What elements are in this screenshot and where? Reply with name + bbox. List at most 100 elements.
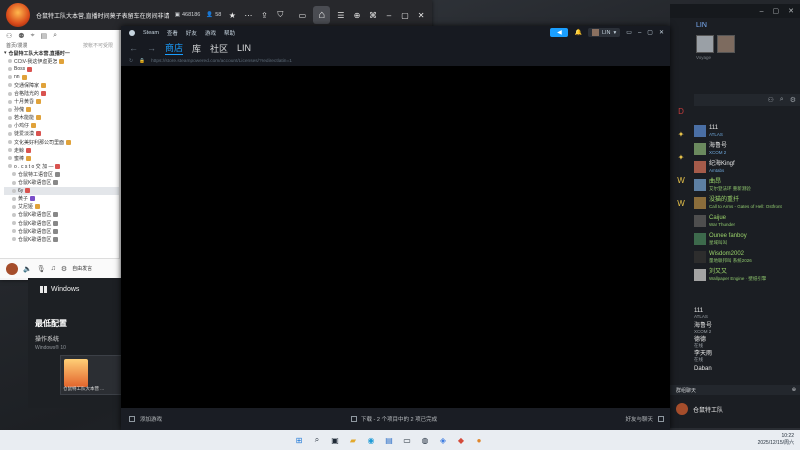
list-icon[interactable]: ☰ — [336, 10, 346, 21]
compass-icon[interactable]: ✦ — [674, 127, 688, 141]
add-game-button[interactable]: 添加游戏 — [129, 415, 162, 423]
list-item[interactable]: 6y — [4, 186, 119, 195]
maximize-icon[interactable]: ▢ — [773, 7, 780, 15]
list-item[interactable]: 孙傀 — [4, 106, 119, 114]
close-icon[interactable]: ✕ — [659, 29, 664, 36]
settings-icon[interactable]: ⚙ — [790, 96, 796, 104]
list-item[interactable]: nn — [4, 73, 119, 81]
tab-profile[interactable]: LIN — [237, 43, 251, 53]
compass-icon[interactable]: ✦ — [674, 150, 688, 164]
group-item[interactable]: 仓鼠特工队 — [670, 400, 800, 418]
shield-icon[interactable]: ⛉ — [275, 10, 285, 21]
list-item[interactable]: 小鸡仔 — [4, 122, 119, 130]
friend-item[interactable]: 刘又又 Wallpaper Engine · 壁纸引擎 — [694, 266, 800, 284]
list-item[interactable]: 蜜棒 — [4, 154, 119, 162]
list-item[interactable]: 艾尼娅 — [4, 203, 119, 211]
mic-icon[interactable]: 🎙 — [37, 265, 46, 273]
task-view-icon[interactable]: ▣ — [328, 433, 342, 447]
friend-item[interactable]: 没猫的重扦 Call to Arms - Gates of Hell: Ostfr… — [694, 194, 800, 212]
menu-friends[interactable]: 好友 — [186, 29, 197, 37]
screen-icon[interactable]: ▭ — [297, 10, 307, 21]
friend-item[interactable]: 德德 在线 — [694, 334, 800, 348]
account-menu[interactable]: LIN ▾ — [587, 28, 621, 37]
list-item[interactable]: 仓鼠K歌语音区 — [4, 211, 119, 219]
menu-view[interactable]: 查看 — [167, 29, 178, 37]
wow-icon[interactable]: W — [674, 196, 688, 210]
menu-games[interactable]: 游戏 — [205, 29, 216, 37]
friend-item[interactable]: 曲昂 艾尔登法环 重新测验 — [694, 176, 800, 194]
tab-community[interactable]: 社区 — [210, 42, 228, 55]
yy-icon[interactable]: ● — [472, 433, 486, 447]
search-icon[interactable]: ⌕ — [53, 32, 57, 40]
folder-icon[interactable]: ▰ — [346, 433, 360, 447]
add-friend-icon[interactable]: ⚇ — [768, 96, 774, 104]
add-icon[interactable]: ⊕ — [792, 387, 796, 393]
minimize-icon[interactable]: – — [384, 10, 394, 21]
steam-icon[interactable]: ◍ — [418, 433, 432, 447]
monitor-icon[interactable]: ▭ — [626, 29, 632, 36]
more-icon[interactable]: ⋯ — [243, 10, 253, 21]
doc-icon[interactable]: ▤ — [41, 32, 48, 40]
refresh-icon[interactable]: ↻ — [129, 59, 133, 64]
maximize-icon[interactable]: ▢ — [647, 29, 653, 36]
menu-help[interactable]: 帮助 — [224, 29, 235, 37]
list-item[interactable]: 徒爱淡漠 — [4, 130, 119, 138]
terminal-icon[interactable]: ▭ — [400, 433, 414, 447]
minimize-icon[interactable]: – — [760, 8, 764, 15]
back-arrow-icon[interactable]: ← — [129, 43, 138, 53]
settings-icon[interactable]: ⚙ — [61, 265, 67, 273]
taskbar-preview-thumbnail[interactable]: 仓鼠特工队大本营 ... — [60, 355, 122, 395]
location-icon[interactable]: ⌖ — [31, 32, 35, 40]
headset-icon[interactable]: ♫ — [51, 265, 56, 272]
avatar[interactable] — [717, 35, 735, 53]
tab-library[interactable]: 库 — [192, 42, 201, 55]
shirt-icon[interactable]: ⌘ — [368, 10, 378, 21]
forward-arrow-icon[interactable]: → — [147, 43, 156, 53]
friend-item[interactable]: 111 ATLAS — [694, 122, 800, 140]
d-logo-icon[interactable]: D — [674, 104, 688, 118]
friend-item[interactable]: 李天雨 在线 — [694, 348, 800, 362]
list-item[interactable]: 仓鼠特工语音区 — [4, 170, 119, 178]
star-icon[interactable]: ★ — [227, 10, 237, 21]
wow-icon[interactable]: W — [674, 173, 688, 187]
free-speech-mode[interactable]: 自由发言 — [72, 265, 92, 272]
avatar[interactable] — [696, 35, 714, 53]
group-icon[interactable]: ⚉ — [18, 32, 24, 40]
minimize-icon[interactable]: – — [638, 30, 641, 36]
edge-icon[interactable]: ◉ — [364, 433, 378, 447]
list-item[interactable]: o . c s t o 交 加 — — [4, 162, 119, 170]
close-icon[interactable]: ✕ — [416, 10, 426, 21]
list-item[interactable]: 若木能能 — [4, 114, 119, 122]
store-icon[interactable]: ▤ — [382, 433, 396, 447]
list-item[interactable]: 交通保障家 — [4, 81, 119, 89]
list-item[interactable]: 仓鼠K歌语音区 — [4, 179, 119, 187]
store-content-area[interactable] — [121, 66, 670, 408]
speaker-icon[interactable]: 🔈 — [23, 265, 32, 273]
friend-item[interactable]: 纪海Kingf Amtabs — [694, 158, 800, 176]
friend-item[interactable]: Wisdom2002 量地联邦叫 系统2026 — [694, 248, 800, 266]
gamepad-icon[interactable]: ⊕ — [352, 10, 362, 21]
maximize-icon[interactable]: ▢ — [400, 10, 410, 21]
list-item[interactable]: 文化美好利那公司里面 — [4, 138, 119, 146]
friend-item[interactable]: 海鲁号 XCOM 2 — [694, 320, 800, 334]
bell-icon[interactable]: 🔔 — [574, 29, 581, 36]
home-button[interactable]: ⌂ — [313, 6, 330, 24]
avatar[interactable] — [6, 262, 18, 275]
friends-chat-button[interactable]: 好友与聊天 — [625, 415, 664, 423]
friend-item[interactable]: Daban — [694, 362, 800, 376]
taskbar-clock[interactable]: 10:22 2025/12/15/周六 — [758, 433, 794, 447]
search-icon[interactable]: ⌕ — [310, 433, 324, 447]
friend-item[interactable]: 111 ATLAS — [694, 306, 800, 320]
search-icon[interactable]: ⌕ — [780, 96, 784, 104]
friend-item[interactable]: 海鲁号 XCOM 2 — [694, 140, 800, 158]
app-icon[interactable]: ◈ — [436, 433, 450, 447]
list-item[interactable]: CCtV-我这伊虚更怎 — [4, 57, 119, 65]
list-item[interactable]: 仓鼠K歌语音区 — [4, 227, 119, 235]
menu-steam[interactable]: Steam — [143, 30, 159, 36]
list-item[interactable]: 十月黄昏 — [4, 98, 119, 106]
start-icon[interactable]: ⊞ — [292, 433, 306, 447]
downloads-status[interactable]: 下载 - 2 个项目中的 2 项已完成 — [351, 415, 437, 423]
list-item[interactable]: 黄子 — [4, 195, 119, 203]
close-icon[interactable]: ✕ — [788, 7, 794, 15]
tab-store[interactable]: 商店 — [165, 41, 184, 55]
